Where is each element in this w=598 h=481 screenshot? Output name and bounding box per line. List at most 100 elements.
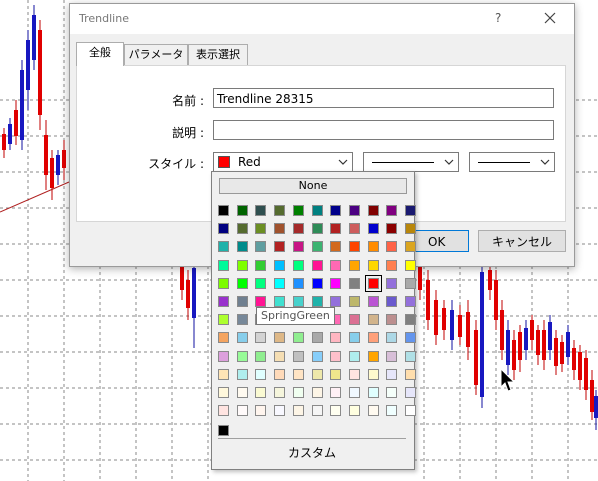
- color-swatch[interactable]: [330, 387, 341, 398]
- color-swatch[interactable]: [274, 405, 285, 416]
- color-swatch[interactable]: [218, 223, 229, 234]
- color-swatch[interactable]: [312, 332, 323, 343]
- color-swatch[interactable]: [312, 351, 323, 362]
- color-swatch[interactable]: [274, 278, 285, 289]
- color-swatch[interactable]: [293, 387, 304, 398]
- tab-general[interactable]: 全般: [76, 42, 124, 66]
- color-swatch[interactable]: [330, 369, 341, 380]
- color-swatch[interactable]: [368, 296, 379, 307]
- color-swatch[interactable]: [293, 278, 304, 289]
- color-swatch[interactable]: [349, 241, 360, 252]
- color-swatch[interactable]: [386, 205, 397, 216]
- color-swatch[interactable]: [330, 205, 341, 216]
- name-field[interactable]: Trendline 28315: [213, 88, 554, 108]
- color-swatch[interactable]: [293, 241, 304, 252]
- tab-visualization[interactable]: 表示選択: [188, 44, 248, 65]
- color-swatch[interactable]: [330, 223, 341, 234]
- color-swatch[interactable]: [368, 351, 379, 362]
- color-swatch[interactable]: [368, 314, 379, 325]
- color-swatch[interactable]: [349, 405, 360, 416]
- color-swatch[interactable]: [218, 369, 229, 380]
- color-swatch[interactable]: [218, 405, 229, 416]
- color-swatch[interactable]: [274, 241, 285, 252]
- color-swatch[interactable]: [349, 296, 360, 307]
- color-swatch[interactable]: [255, 351, 266, 362]
- color-swatch[interactable]: [255, 296, 266, 307]
- color-swatch[interactable]: [386, 314, 397, 325]
- color-swatch[interactable]: [349, 387, 360, 398]
- color-swatch[interactable]: [386, 260, 397, 271]
- color-swatch[interactable]: [312, 369, 323, 380]
- color-swatch[interactable]: [349, 260, 360, 271]
- color-swatch[interactable]: [405, 260, 416, 271]
- color-swatch[interactable]: [255, 205, 266, 216]
- color-swatch[interactable]: [368, 223, 379, 234]
- color-swatch[interactable]: [349, 332, 360, 343]
- color-select[interactable]: Red: [213, 152, 353, 172]
- color-swatch[interactable]: [349, 351, 360, 362]
- color-swatch[interactable]: [405, 241, 416, 252]
- color-swatch[interactable]: [349, 314, 360, 325]
- color-swatch[interactable]: [237, 405, 248, 416]
- help-button[interactable]: ?: [495, 11, 501, 25]
- color-swatch[interactable]: [237, 332, 248, 343]
- color-swatch[interactable]: [237, 387, 248, 398]
- color-swatch[interactable]: [330, 332, 341, 343]
- color-swatch[interactable]: [368, 241, 379, 252]
- color-swatch[interactable]: [218, 296, 229, 307]
- color-swatch[interactable]: [237, 278, 248, 289]
- color-swatch[interactable]: [386, 387, 397, 398]
- color-swatch[interactable]: [405, 314, 416, 325]
- color-swatch[interactable]: [312, 260, 323, 271]
- color-swatch[interactable]: [218, 260, 229, 271]
- none-color-button[interactable]: None: [219, 178, 407, 194]
- close-button[interactable]: [538, 7, 562, 29]
- color-swatch[interactable]: [312, 296, 323, 307]
- color-swatch[interactable]: [293, 205, 304, 216]
- color-swatch[interactable]: [293, 405, 304, 416]
- color-swatch[interactable]: [293, 332, 304, 343]
- color-swatch[interactable]: [368, 387, 379, 398]
- color-swatch[interactable]: [274, 260, 285, 271]
- color-swatch[interactable]: [237, 314, 248, 325]
- color-swatch[interactable]: [349, 223, 360, 234]
- color-swatch[interactable]: [293, 351, 304, 362]
- color-swatch[interactable]: [255, 260, 266, 271]
- color-swatch[interactable]: [386, 241, 397, 252]
- color-swatch[interactable]: [274, 332, 285, 343]
- color-swatch[interactable]: [330, 278, 341, 289]
- color-swatch[interactable]: [386, 332, 397, 343]
- color-swatch[interactable]: [218, 278, 229, 289]
- tab-parameters[interactable]: パラメーター: [124, 44, 188, 81]
- color-swatch[interactable]: [330, 296, 341, 307]
- color-swatch[interactable]: [255, 278, 266, 289]
- color-swatch[interactable]: [293, 296, 304, 307]
- color-swatch[interactable]: [312, 205, 323, 216]
- color-swatch[interactable]: [405, 332, 416, 343]
- color-swatch[interactable]: [330, 405, 341, 416]
- color-swatch[interactable]: [386, 278, 397, 289]
- color-swatch[interactable]: [386, 296, 397, 307]
- color-swatch[interactable]: [274, 351, 285, 362]
- color-swatch[interactable]: [274, 369, 285, 380]
- color-swatch[interactable]: [405, 296, 416, 307]
- color-swatch[interactable]: [218, 314, 229, 325]
- color-swatch[interactable]: [330, 241, 341, 252]
- color-swatch[interactable]: [349, 205, 360, 216]
- description-field[interactable]: [213, 120, 554, 140]
- color-swatch[interactable]: [237, 260, 248, 271]
- color-swatch[interactable]: [293, 223, 304, 234]
- color-swatch[interactable]: [274, 223, 285, 234]
- color-swatch[interactable]: [218, 387, 229, 398]
- color-swatch[interactable]: [312, 387, 323, 398]
- color-swatch[interactable]: [405, 405, 416, 416]
- color-swatch[interactable]: [237, 205, 248, 216]
- color-swatch[interactable]: [386, 223, 397, 234]
- color-swatch[interactable]: [293, 369, 304, 380]
- line-width-select[interactable]: [469, 152, 555, 172]
- cancel-button[interactable]: キャンセル: [478, 230, 566, 252]
- color-swatch[interactable]: [405, 205, 416, 216]
- color-swatch[interactable]: [274, 205, 285, 216]
- color-swatch[interactable]: [218, 332, 229, 343]
- color-swatch[interactable]: [218, 351, 229, 362]
